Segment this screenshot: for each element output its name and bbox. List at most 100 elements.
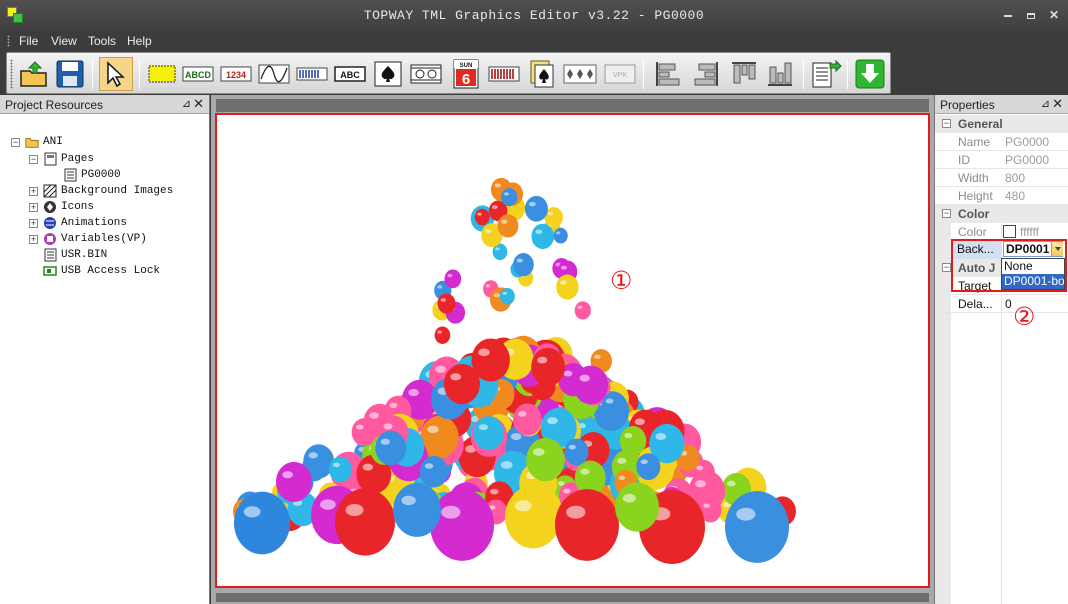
horizontal-scrollbar[interactable]	[216, 593, 929, 602]
window-title: TOPWAY TML Graphics Editor v3.22 - PG000…	[363, 8, 705, 23]
category-general[interactable]: − General	[935, 115, 1068, 133]
number-1234-icon: 1234	[220, 66, 252, 82]
number-tool-button[interactable]: 1234	[219, 57, 253, 91]
tree-item-usr-bin[interactable]: USR.BIN	[43, 247, 107, 263]
color-swatch[interactable]	[1003, 225, 1016, 238]
tree-label: ANI	[43, 136, 63, 148]
balloon-shape	[493, 293, 501, 298]
property-width[interactable]: Width 800	[935, 169, 1068, 187]
property-height[interactable]: Height 480	[935, 187, 1068, 205]
property-name[interactable]: Name PG0000	[935, 133, 1068, 151]
collapse-icon[interactable]: −	[942, 209, 951, 218]
expand-icon[interactable]: +	[29, 202, 38, 212]
collapse-icon[interactable]: −	[942, 119, 951, 128]
expand-icon[interactable]: +	[29, 218, 38, 228]
balloon-shape	[516, 258, 523, 263]
balloon-shape	[437, 330, 443, 334]
balloon-shape	[564, 438, 589, 466]
card-icon-tool-button[interactable]	[525, 57, 559, 91]
tree-item-pages[interactable]: − Pages	[29, 151, 94, 167]
tree-item-animations[interactable]: + Animations	[29, 215, 127, 231]
tree-item-background-images[interactable]: + Background Images	[29, 183, 173, 199]
category-color[interactable]: − Color	[935, 205, 1068, 223]
category-label: Color	[958, 207, 990, 221]
balloon-shape	[518, 411, 527, 417]
align-top-button[interactable]	[727, 57, 761, 91]
new-project-button[interactable]	[17, 57, 51, 91]
balloon-shape	[566, 505, 586, 519]
balloon-shape	[605, 398, 614, 404]
progress-bar-tool-button[interactable]	[295, 57, 329, 91]
balloon-shape	[419, 455, 449, 488]
properties-panel: Properties ⊿ ✕ − General Name PG0000 ID PG0…	[934, 95, 1068, 604]
expand-icon[interactable]: +	[29, 186, 38, 196]
close-icon[interactable]: ✕	[193, 96, 204, 112]
save-button[interactable]	[53, 57, 87, 91]
balloon-shape	[243, 506, 261, 518]
download-arrow-icon	[855, 59, 885, 89]
card-group-tool-button[interactable]	[563, 57, 597, 91]
expand-icon[interactable]: +	[29, 234, 38, 244]
minimize-button[interactable]	[998, 6, 1018, 24]
select-tool-button[interactable]	[99, 57, 133, 91]
close-button[interactable]: ✕	[1044, 6, 1064, 24]
collapse-icon[interactable]: −	[29, 154, 38, 164]
menu-tools[interactable]: Tools	[88, 34, 116, 48]
animation-tool-button[interactable]	[409, 57, 443, 91]
menu-help[interactable]: Help	[127, 34, 152, 48]
align-left-button[interactable]	[651, 57, 685, 91]
property-key: Height	[958, 189, 993, 203]
align-bottom-button[interactable]	[763, 57, 797, 91]
menu-grip-icon	[7, 35, 10, 47]
balloon-shape	[441, 505, 461, 519]
tree-item-page[interactable]: PG0000	[63, 167, 121, 183]
text-abcd-tool-button[interactable]: ABCD	[181, 57, 215, 91]
rectangle-tool-button[interactable]	[145, 57, 179, 91]
balloon-shape	[601, 391, 627, 421]
balloon-shape	[502, 291, 508, 295]
balloon-shape	[490, 488, 499, 495]
collapse-icon[interactable]: −	[942, 263, 951, 272]
pin-icon[interactable]: ⊿	[182, 97, 191, 110]
tree-item-variables[interactable]: + Variables(VP)	[29, 231, 147, 247]
card-group-icon	[563, 64, 597, 84]
export-button[interactable]	[809, 57, 843, 91]
menu-view[interactable]: View	[51, 34, 77, 48]
balloon-shape	[369, 412, 379, 419]
toolbar-separator	[139, 59, 140, 89]
curve-tool-button[interactable]	[257, 57, 291, 91]
pointer-arrow-icon	[107, 61, 125, 88]
download-button[interactable]	[853, 57, 887, 91]
category-label: General	[958, 117, 1003, 131]
text-box-tool-button[interactable]: ABC	[333, 57, 367, 91]
collapse-icon[interactable]: −	[11, 137, 20, 147]
balloon-shape	[375, 430, 407, 466]
bar-graph-tool-button[interactable]	[487, 57, 521, 91]
calendar-tool-button[interactable]: SUN 6	[449, 57, 483, 91]
balloon-shape	[437, 293, 456, 314]
icon-tool-button[interactable]	[371, 57, 405, 91]
maximize-button[interactable]	[1021, 6, 1041, 24]
close-icon[interactable]: ✕	[1052, 96, 1063, 112]
pin-icon[interactable]: ⊿	[1041, 97, 1050, 110]
balloon-shape	[234, 491, 290, 555]
align-right-button[interactable]	[689, 57, 723, 91]
balloon-shape	[514, 500, 532, 512]
balloon-shape	[636, 453, 661, 481]
balloon-shape	[335, 488, 395, 556]
calendar-icon: SUN 6	[453, 59, 479, 89]
tree-item-root[interactable]: − ANI	[11, 134, 63, 150]
tree-item-icons[interactable]: + Icons	[29, 199, 94, 215]
balloon-shape	[568, 444, 576, 450]
property-value: 0	[1005, 297, 1012, 311]
tree-item-usb-lock[interactable]: USB Access Lock	[43, 263, 160, 279]
page-canvas[interactable]	[215, 113, 930, 588]
align-left-icon	[656, 62, 680, 86]
balloon-shape	[389, 402, 398, 409]
menu-file[interactable]: File	[19, 34, 38, 48]
balloon-shape	[579, 374, 590, 382]
balloon-shape	[556, 274, 579, 300]
property-id[interactable]: ID PG0000	[935, 151, 1068, 169]
property-delay[interactable]: Dela... 0	[935, 295, 1068, 313]
vpk-tool-button[interactable]: VPK	[603, 57, 637, 91]
